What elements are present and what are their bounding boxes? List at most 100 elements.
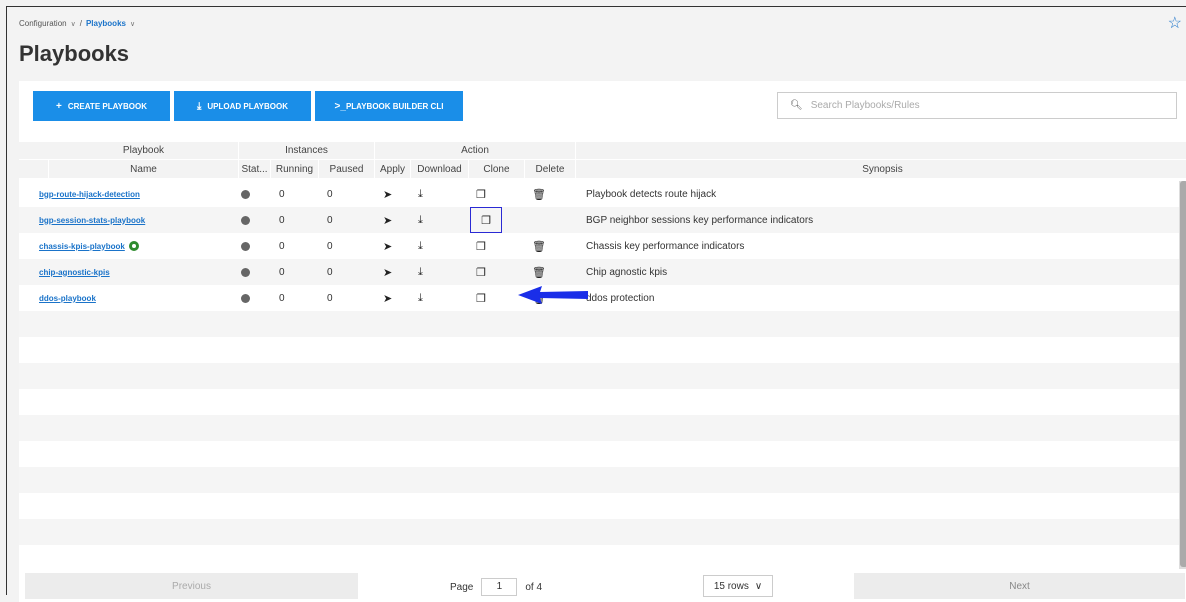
clone-copy-icon[interactable]: ❐ [469, 259, 525, 285]
apply-send-icon[interactable]: ➤ [375, 181, 411, 207]
empty-row [19, 415, 1179, 441]
playbook-builder-cli-button[interactable]: >_ PLAYBOOK BUILDER CLI [315, 91, 463, 121]
breadcrumb-playbooks[interactable]: Playbooks [86, 19, 126, 28]
column-header-status[interactable]: Stat... [239, 160, 271, 178]
upload-playbook-button[interactable]: ⤓ UPLOAD PLAYBOOK [174, 91, 311, 121]
running-count: 0 [279, 188, 285, 200]
annotation-arrow [518, 286, 588, 304]
rows-per-page-value: 15 rows [713, 580, 749, 592]
gear-icon [128, 241, 139, 251]
synopsis-text: BGP neighbor sessions key performance in… [586, 214, 814, 226]
table-row: chassis-kpis-playbook 0 0 ➤ ⤓ ❐ 🗑︎ Chass… [19, 233, 1179, 259]
running-count: 0 [279, 240, 285, 252]
create-playbook-button[interactable]: + CREATE PLAYBOOK [33, 91, 170, 121]
paused-count: 0 [327, 240, 333, 252]
apply-send-icon[interactable]: ➤ [375, 233, 411, 259]
empty-row [19, 441, 1179, 467]
table-row: chip-agnostic-kpis 0 0 ➤ ⤓ ❐ 🗑︎ Chip agn… [19, 259, 1179, 285]
apply-send-icon[interactable]: ➤ [375, 285, 411, 311]
search-input[interactable]: 🔍︎ Search Playbooks/Rules [777, 92, 1177, 119]
playbook-link[interactable]: bgp-route-hijack-detection [39, 190, 140, 199]
running-count: 0 [279, 214, 285, 226]
table-scrollbar[interactable] [1179, 181, 1186, 569]
delete-trash-icon[interactable]: 🗑︎ [525, 233, 576, 259]
header-spacer [19, 160, 49, 178]
delete-trash-icon[interactable]: 🗑︎ [525, 259, 576, 285]
chevron-down-icon: ∨ [754, 580, 763, 592]
group-header-row: Playbook Instances Action [19, 142, 1186, 160]
column-header-apply[interactable]: Apply [375, 160, 411, 178]
group-header-blank [576, 142, 1186, 159]
upload-playbook-label: UPLOAD PLAYBOOK [207, 101, 289, 111]
playbook-link[interactable]: chassis-kpis-playbook [39, 242, 125, 251]
playbook-link[interactable]: bgp-session-stats-playbook [39, 216, 145, 225]
running-count: 0 [279, 266, 285, 278]
status-dot [241, 215, 250, 225]
clone-copy-icon[interactable]: ❐ [470, 207, 502, 233]
group-header-instances: Instances [239, 142, 375, 159]
breadcrumb: Configuration ∨ / Playbooks ∨ [19, 19, 135, 28]
column-header-clone[interactable]: Clone [469, 160, 525, 178]
scrollbar-thumb[interactable] [1180, 181, 1186, 567]
breadcrumb-configuration[interactable]: Configuration [19, 19, 67, 28]
app-frame: Configuration ∨ / Playbooks ∨ ☆ Playbook… [6, 6, 1186, 602]
download-icon[interactable]: ⤓ [411, 207, 469, 233]
running-count: 0 [279, 292, 285, 304]
column-header-running[interactable]: Running [271, 160, 319, 178]
column-header-paused[interactable]: Paused [319, 160, 375, 178]
delete-trash-icon[interactable]: 🗑︎ [525, 181, 576, 207]
playbook-link[interactable]: ddos-playbook [39, 294, 96, 303]
chevron-down-icon[interactable]: ∨ [71, 20, 76, 28]
paused-count: 0 [327, 214, 333, 226]
clone-copy-icon[interactable]: ❐ [469, 233, 525, 259]
paused-count: 0 [327, 266, 333, 278]
status-dot [241, 267, 250, 277]
column-header-delete[interactable]: Delete [525, 160, 576, 178]
empty-row [19, 493, 1179, 519]
create-playbook-label: CREATE PLAYBOOK [67, 101, 147, 111]
plus-icon: + [56, 100, 62, 112]
synopsis-text: Chassis key performance indicators [586, 240, 745, 252]
chevron-down-icon[interactable]: ∨ [130, 20, 135, 28]
download-icon[interactable]: ⤓ [411, 233, 469, 259]
page-input[interactable]: 1 [481, 578, 518, 596]
playbook-builder-cli-label: PLAYBOOK BUILDER CLI [345, 101, 444, 111]
clone-copy-icon[interactable]: ❐ [469, 285, 525, 311]
download-icon[interactable]: ⤓ [411, 181, 469, 207]
download-icon[interactable]: ⤓ [411, 285, 469, 311]
paused-count: 0 [327, 188, 333, 200]
paused-count: 0 [327, 292, 333, 304]
column-header-name[interactable]: Name [49, 160, 239, 178]
previous-button[interactable]: Previous [25, 573, 358, 599]
table-row: bgp-session-stats-playbook 0 0 ➤ ⤓ ❐ BGP… [19, 207, 1179, 233]
download-icon[interactable]: ⤓ [411, 259, 469, 285]
delete-empty [525, 207, 576, 233]
empty-row [19, 389, 1179, 415]
apply-send-icon[interactable]: ➤ [375, 259, 411, 285]
apply-send-icon[interactable]: ➤ [375, 207, 411, 233]
table-body: bgp-route-hijack-detection 0 0 ➤ ⤓ ❐ 🗑︎ … [19, 181, 1179, 545]
empty-row [19, 337, 1179, 363]
table-row: ddos-playbook 0 0 ➤ ⤓ ❐ 🗑︎ ddos protecti… [19, 285, 1179, 311]
status-dot [241, 293, 250, 303]
column-header-synopsis[interactable]: Synopsis [576, 160, 1186, 178]
group-header-action: Action [375, 142, 576, 159]
status-dot [241, 241, 250, 251]
table-row: bgp-route-hijack-detection 0 0 ➤ ⤓ ❐ 🗑︎ … [19, 181, 1179, 207]
synopsis-text: Chip agnostic kpis [586, 266, 668, 278]
pagination: Previous Page 1 of 4 15 rows ∨ Next [19, 571, 1186, 601]
status-dot [241, 189, 250, 199]
page-label: Page [450, 581, 474, 593]
empty-row [19, 519, 1179, 545]
page-total: of 4 [525, 581, 543, 593]
column-header-download[interactable]: Download [411, 160, 469, 178]
synopsis-text: ddos protection [586, 292, 655, 304]
playbooks-card: + CREATE PLAYBOOK ⤓ UPLOAD PLAYBOOK >_ P… [19, 81, 1186, 602]
clone-copy-icon[interactable]: ❐ [469, 181, 525, 207]
page-title: Playbooks [19, 41, 130, 66]
playbook-link[interactable]: chip-agnostic-kpis [39, 268, 110, 277]
next-button[interactable]: Next [854, 573, 1185, 599]
favorite-star-icon[interactable]: ☆ [1168, 13, 1182, 33]
table-header: Playbook Instances Action Name Stat... R… [19, 142, 1186, 178]
rows-per-page-select[interactable]: 15 rows ∨ [703, 575, 773, 597]
